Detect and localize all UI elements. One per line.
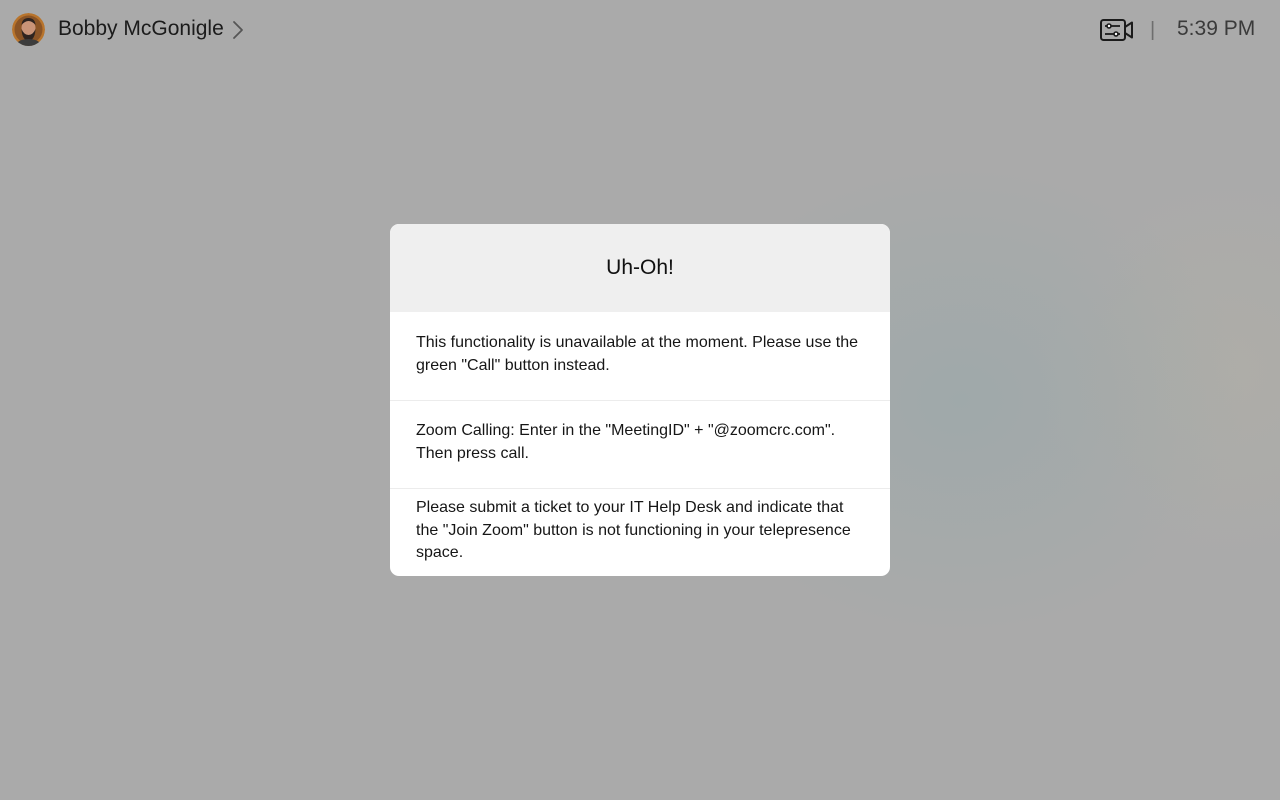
- dialog-message-unavailable: This functionality is unavailable at the…: [416, 334, 859, 374]
- clock: 5:39 PM: [1177, 17, 1256, 40]
- error-dialog: Uh-Oh! This functionality is unavailable…: [390, 224, 890, 576]
- dialog-message-zoom-calling: Zoom Calling: Enter in the "MeetingID" +…: [416, 422, 836, 462]
- user-name[interactable]: Bobby McGonigle: [58, 16, 224, 42]
- dialog-message-help-desk: Please submit a ticket to your IT Help D…: [416, 499, 851, 561]
- user-avatar[interactable]: [12, 13, 45, 46]
- dialog-divider: [390, 400, 890, 401]
- top-bar: Bobby McGonigle | 5:39 PM: [0, 0, 1280, 60]
- dialog-divider: [390, 488, 890, 489]
- dialog-header: Uh-Oh!: [390, 224, 890, 312]
- chevron-right-icon[interactable]: [230, 19, 246, 41]
- header-divider: |: [1150, 19, 1156, 41]
- dialog-title: Uh-Oh!: [606, 256, 674, 279]
- meeting-controls-icon[interactable]: [1100, 17, 1134, 43]
